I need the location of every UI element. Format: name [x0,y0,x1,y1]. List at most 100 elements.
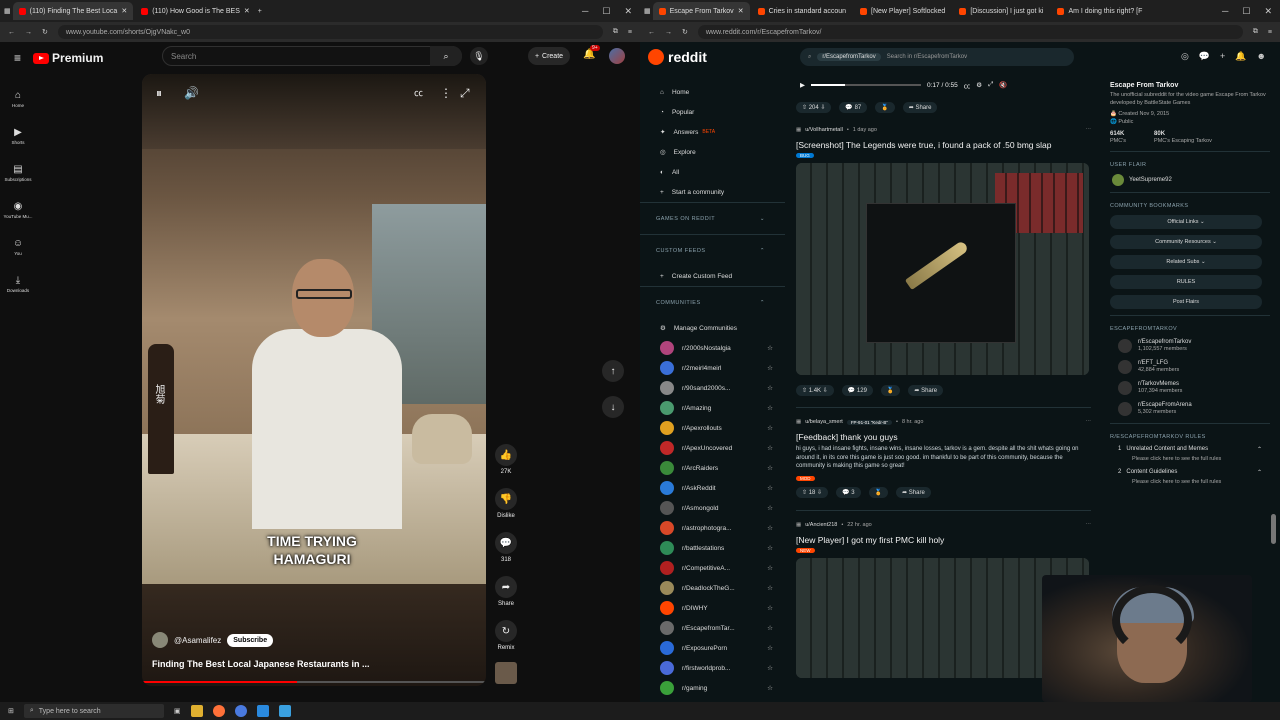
browser-tab[interactable]: [New Player] Softlocked [854,2,951,20]
nav-item-popular[interactable]: ◔ Popular [640,102,785,122]
close-window-icon[interactable]: ✕ [624,6,632,17]
post-author[interactable]: u/belaya_smert [805,419,843,425]
browser-tab[interactable]: Cries in standard accoun [752,2,852,20]
bookmark-rules[interactable]: RULES [1110,275,1262,289]
fullscreen-icon[interactable]: ⤢ [460,86,470,101]
vote-control[interactable]: ⇧ 18 ⇩ [796,487,829,498]
minimize-icon[interactable]: ─ [582,6,588,17]
nav-item-start-community[interactable]: + Start a community [640,182,785,202]
sidebar-item-subscriptions[interactable]: ▤ Subscriptions [0,154,36,191]
maximize-icon[interactable]: ☐ [602,6,610,17]
post-card[interactable]: ▦ u/belaya_smert FP-91-01 "Kedr-B" • 8 hr. a… [796,414,1091,504]
volume-icon[interactable]: 🔊 [184,86,199,100]
community-item[interactable]: r/battlestations ☆ [640,538,785,558]
voice-search-icon[interactable]: 🎙 [470,47,488,65]
nav-item-explore[interactable]: ◎ Explore [640,142,785,162]
related-community[interactable]: r/TarkovMemes 107,394 members [1118,381,1270,395]
community-item[interactable]: r/2meirl4meirl ☆ [640,358,785,378]
like-button[interactable]: 👍 27K [492,444,520,475]
custom-feeds-section-header[interactable]: CUSTOM FEEDS ⌃ [640,234,785,266]
address-field[interactable]: www.reddit.com/r/EscapefromTarkov/ [697,25,1243,39]
star-icon[interactable]: ☆ [767,584,773,592]
windows-start-icon[interactable]: ⊞ [8,707,14,715]
captions-icon[interactable]: ㏄ [414,86,423,99]
firefox-icon[interactable] [212,705,225,717]
star-icon[interactable]: ☆ [767,644,773,652]
post-card[interactable]: ▦ u/Vollhartmetall • 1 day ago ⋯ [Screenshot… [796,122,1091,401]
manage-communities-item[interactable]: ⚙ Manage Communities [640,318,785,338]
remix-button[interactable]: ↻ Remix [492,620,520,651]
account-avatar[interactable] [609,48,625,64]
mute-icon[interactable]: 🔇 [999,81,1007,89]
user-avatar-icon[interactable]: ☻ [1257,51,1266,62]
play-icon[interactable]: ▶ [800,81,805,89]
sidebar-item-you[interactable]: ☺ You [0,228,36,265]
sidebar-item-downloads[interactable]: ⤓ Downloads [0,265,36,302]
back-icon[interactable]: ← [8,29,15,36]
reload-icon[interactable]: ↻ [42,28,48,36]
post-title[interactable]: [Screenshot] The Legends were true, i fo… [796,140,1091,150]
star-icon[interactable]: ☆ [767,344,773,352]
related-community[interactable]: r/EFT_LFG 42,884 members [1118,360,1270,374]
community-item[interactable]: r/AskReddit ☆ [640,478,785,498]
bookmark-official-links[interactable]: Official Links ⌄ [1110,215,1262,229]
chrome-icon[interactable] [234,705,247,717]
new-tab-button[interactable]: + [258,8,262,15]
close-window-icon[interactable]: ✕ [1264,6,1272,17]
more-options-icon[interactable]: ⋯ [1086,522,1092,528]
reload-icon[interactable]: ↻ [682,28,688,36]
captions-icon[interactable]: ㏄ [964,80,971,90]
share-button[interactable]: ➦ Share [896,487,931,498]
create-custom-feed-item[interactable]: + Create Custom Feed [640,266,785,286]
more-options-icon[interactable]: ⋯ [1086,419,1092,425]
comments-button[interactable]: 💬 3 [836,487,861,498]
youtube-logo[interactable]: Premium [33,51,103,65]
star-icon[interactable]: ☆ [767,364,773,372]
taskbar-search-input[interactable]: ⌕ Type here to search [23,704,164,718]
bookmark-community-resources[interactable]: Community Resources ⌄ [1110,235,1262,249]
video-seek-bar[interactable] [811,84,921,86]
community-item[interactable]: r/Apexrollouts ☆ [640,418,785,438]
browser-tab[interactable]: Am I doing this right? [F [1051,2,1148,20]
community-item[interactable]: r/CompetitiveA... ☆ [640,558,785,578]
menu-icon[interactable]: ≡ [628,29,632,36]
comments-button[interactable]: 💬 318 [492,532,520,563]
sidebar-item-home[interactable]: ⌂ Home [0,80,36,117]
back-icon[interactable]: ← [648,29,655,36]
video-progress-bar[interactable] [142,681,486,683]
community-item[interactable]: r/gaming ☆ [640,678,785,698]
post-flair[interactable]: NEW [796,547,815,553]
forward-icon[interactable]: → [25,29,32,36]
next-short-button[interactable]: ↓ [602,396,624,418]
star-icon[interactable]: ☆ [767,684,773,692]
rule-item[interactable]: 2 Content Guidelines ⌃ [1118,469,1262,476]
sidebar-item-music[interactable]: ◉ YouTube Mu... [0,191,36,228]
nav-item-home[interactable]: ⌂ Home [640,82,785,102]
nav-item-answers[interactable]: ✦ Answers BETA [640,122,785,142]
community-item[interactable]: r/ArcRaiders ☆ [640,458,785,478]
star-icon[interactable]: ☆ [767,664,773,672]
more-options-icon[interactable]: ⋮ [440,86,452,100]
maximize-icon[interactable]: ☐ [1242,6,1250,17]
share-button[interactable]: ➦ Share [902,101,938,113]
post-author[interactable]: u/Ancient218 [805,522,837,528]
chat-icon[interactable]: 💬 [1199,51,1210,62]
task-view-icon[interactable]: ▣ [174,707,181,715]
app-icon[interactable] [256,705,269,717]
tab-close-icon[interactable]: ✕ [121,7,127,15]
search-input[interactable]: Search [162,46,462,66]
previous-short-button[interactable]: ↑ [602,360,624,382]
channel-avatar[interactable] [152,632,168,648]
search-button[interactable]: ⌕ [430,46,462,66]
app-icon[interactable] [278,705,291,717]
related-community[interactable]: r/EscapefromTarkov 1,102,557 members [1118,339,1270,353]
star-icon[interactable]: ☆ [767,384,773,392]
post-flair[interactable]: MOD [796,475,815,481]
sidebar-toggle-icon[interactable]: ▦ [644,7,651,15]
forward-icon[interactable]: → [665,29,672,36]
vote-control[interactable]: ⇧ 204 ⇩ [796,101,832,113]
community-item[interactable]: r/firstworldprob... ☆ [640,658,785,678]
file-explorer-icon[interactable] [190,705,203,717]
nav-item-all[interactable]: ◐ All [640,162,785,182]
share-button[interactable]: ➦ Share [908,384,944,396]
